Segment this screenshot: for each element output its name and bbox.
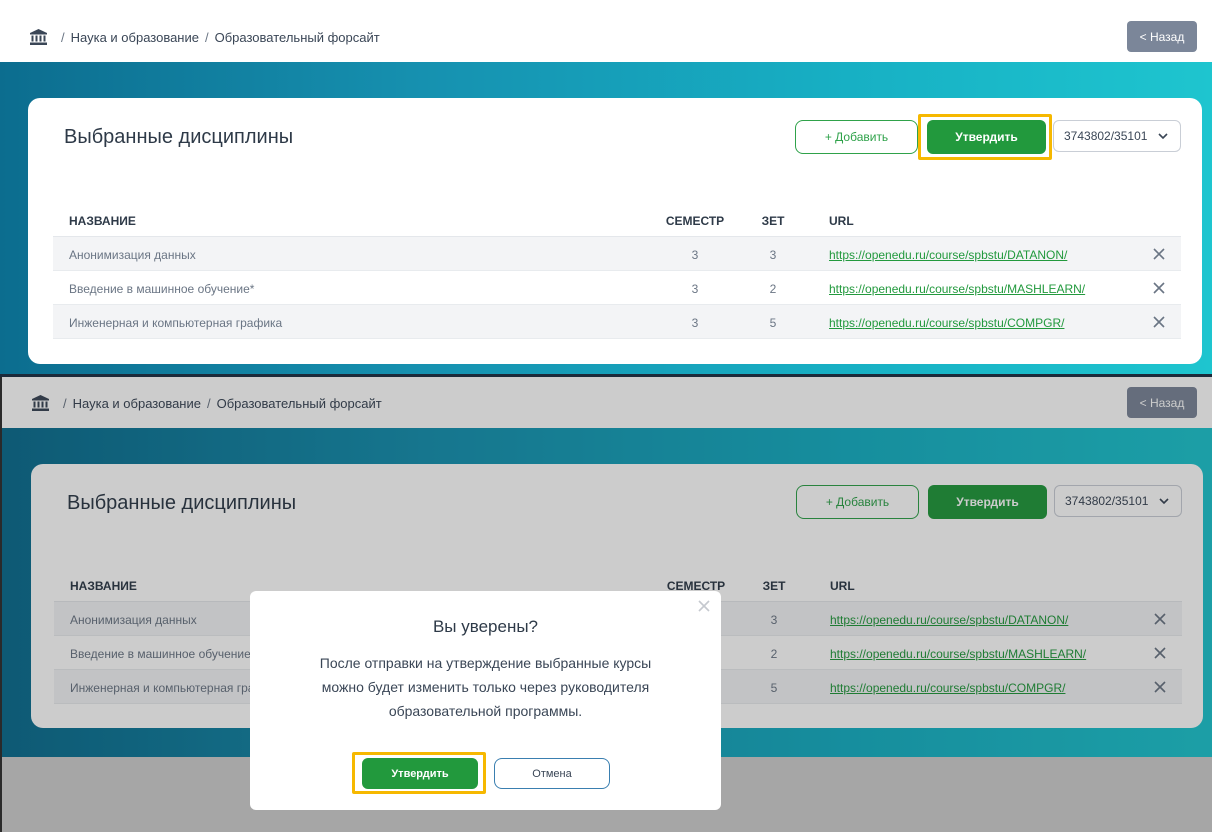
dialog-message-line: можно будет изменить только через руково…: [321, 679, 650, 695]
table-row: Анонимизация данных 3 3 https://openedu.…: [53, 237, 1181, 271]
add-button[interactable]: + Добавить: [795, 120, 918, 154]
row-name: Анонимизация данных: [69, 248, 196, 262]
breadcrumb-foresight: Образовательный форсайт: [214, 29, 380, 45]
program-select-value: 3743802/35101: [1064, 129, 1148, 143]
row-name: Инженерная и компьютерная графика: [69, 316, 283, 330]
back-button[interactable]: < Назад: [1127, 21, 1197, 52]
breadcrumb-separator: /: [61, 29, 65, 45]
breadcrumb-separator: /: [204, 29, 209, 45]
home-bank-icon[interactable]: [30, 29, 47, 45]
top-bar: / Наука и образование / Образовательный …: [0, 0, 1212, 62]
row-url-link[interactable]: https://openedu.ru/course/spbstu/DATANON…: [829, 248, 1067, 262]
dialog-message-line: образовательной программы.: [388, 703, 583, 719]
row-semester: 3: [691, 282, 699, 296]
row-url-link[interactable]: https://openedu.ru/course/spbstu/COMPGR/: [829, 316, 1064, 330]
dialog-title: Вы уверены?: [432, 617, 539, 636]
confirm-dialog: Вы уверены? После отправки на утверждени…: [250, 591, 721, 810]
screen-step-1: / Наука и образование / Образовательный …: [0, 0, 1212, 374]
header-semester: СЕМЕСТР: [665, 214, 725, 228]
row-semester: 3: [691, 316, 699, 330]
row-url-link[interactable]: https://openedu.ru/course/spbstu/MASHLEA…: [829, 282, 1085, 296]
dialog-message-line: После отправки на утверждение выбранные …: [319, 655, 652, 671]
row-name: Введение в машинное обучение*: [69, 282, 255, 296]
card-title: Выбранные дисциплины: [64, 126, 294, 148]
dialog-message: После отправки на утверждение выбранные …: [280, 651, 691, 723]
breadcrumb: / Наука и образование / Образовательный …: [30, 29, 380, 45]
close-icon[interactable]: [697, 599, 711, 613]
remove-icon[interactable]: [1151, 246, 1167, 262]
chevron-down-icon: [1158, 133, 1168, 140]
row-zet: 5: [769, 316, 777, 330]
remove-icon[interactable]: [1151, 280, 1167, 296]
table-row: Введение в машинное обучение* 3 2 https:…: [53, 271, 1181, 305]
row-zet: 2: [769, 282, 777, 296]
table-row: Инженерная и компьютерная графика 3 5 ht…: [53, 305, 1181, 339]
program-select[interactable]: 3743802/35101: [1053, 120, 1181, 152]
header-zet: ЗЕТ: [761, 214, 785, 228]
dialog-cancel-button[interactable]: Отмена: [494, 758, 610, 789]
selected-disciplines-card: Выбранные дисциплины + Добавить Утвердит…: [28, 98, 1202, 364]
row-semester: 3: [691, 248, 699, 262]
screen-step-2: / Наука и образование / Образовательный …: [0, 377, 1212, 832]
approve-button[interactable]: Утвердить: [927, 120, 1046, 154]
breadcrumb-science[interactable]: Наука и образование: [71, 30, 199, 45]
dialog-confirm-button[interactable]: Утвердить: [362, 758, 478, 789]
header-name: НАЗВАНИЕ: [69, 214, 136, 228]
header-url: URL: [829, 214, 854, 228]
remove-icon[interactable]: [1151, 314, 1167, 330]
row-zet: 3: [769, 248, 777, 262]
table-header: НАЗВАНИЕ СЕМЕСТР ЗЕТ URL: [53, 203, 1181, 237]
